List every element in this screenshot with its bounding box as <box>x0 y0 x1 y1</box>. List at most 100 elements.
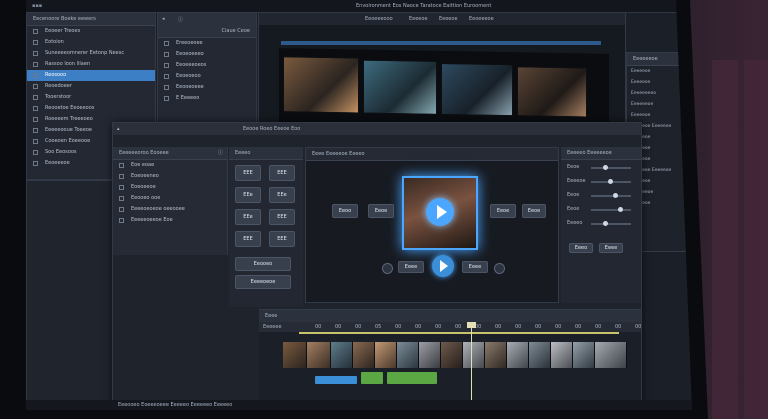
transport-play-icon[interactable] <box>432 255 454 277</box>
checkbox-icon[interactable] <box>33 128 38 133</box>
checkbox-icon[interactable] <box>164 63 169 68</box>
checkbox-icon[interactable] <box>33 161 38 166</box>
effect-button[interactable]: EEE <box>235 165 261 181</box>
checkbox-icon[interactable] <box>119 174 124 179</box>
play-icon[interactable] <box>426 198 454 226</box>
checkbox-icon[interactable] <box>33 150 38 155</box>
effect-button[interactable]: EEE <box>235 231 261 247</box>
inspector-row[interactable]: Eeeeeoe <box>631 79 687 87</box>
checkbox-icon[interactable] <box>119 218 124 223</box>
effect-wide-button[interactable]: Eeooeo <box>235 257 291 271</box>
project-item[interactable]: Eeooeo ooe <box>113 193 227 204</box>
checkbox-icon[interactable] <box>33 62 38 67</box>
browser-item[interactable]: Reooetoe Eeoeeoos <box>27 103 155 114</box>
video-clip[interactable] <box>595 342 627 368</box>
inspector-row[interactable]: Eeeeeeeeo <box>631 90 687 98</box>
toolbar-label-2[interactable]: Eeeeoe <box>439 16 458 22</box>
timeline-ruler[interactable]: Eeeeee 00 00 00 05 00 00 00 00 00 00 00 00 00 00 00 00 0… <box>259 322 641 332</box>
browser-item[interactable]: Reoedoeer <box>27 81 155 92</box>
work-area-bar[interactable] <box>299 332 619 334</box>
audio-clip-green[interactable] <box>361 372 383 384</box>
inspector-row[interactable]: Eeeeeoe <box>631 112 687 120</box>
film-thumb-1[interactable] <box>283 56 359 114</box>
transport-button-2[interactable]: Eeee <box>462 261 488 273</box>
media-item[interactable]: Eeoeoeeeo <box>158 49 256 60</box>
checkbox-icon[interactable] <box>33 139 38 144</box>
checkbox-icon[interactable] <box>119 185 124 190</box>
checkbox-icon[interactable] <box>33 84 38 89</box>
browser-item[interactable]: Eeoeer Treoes <box>27 26 155 37</box>
info-icon[interactable]: ⓘ <box>178 16 183 23</box>
browser-item[interactable]: Rassoo loon lilaen <box>27 59 155 70</box>
inspector-row[interactable]: Eeeeeeoe <box>631 101 687 109</box>
video-clip[interactable] <box>463 342 485 368</box>
checkbox-icon[interactable] <box>33 29 38 34</box>
checkbox-icon[interactable] <box>33 73 38 78</box>
checkbox-icon[interactable] <box>164 96 169 101</box>
effect-button[interactable]: EEE <box>269 165 295 181</box>
project-item[interactable]: Eoe eoae <box>113 160 227 171</box>
slider-handle[interactable] <box>613 193 618 198</box>
video-clip[interactable] <box>441 342 463 368</box>
property-slider[interactable] <box>591 165 631 170</box>
next-icon[interactable] <box>494 263 505 274</box>
property-slider[interactable] <box>591 179 631 184</box>
menu-icon[interactable]: ▪▪▪ <box>32 3 42 9</box>
video-clip[interactable] <box>283 342 307 368</box>
project-item[interactable]: Eeeeeoeeoe Eoe <box>113 215 227 226</box>
slider-handle[interactable] <box>603 165 608 170</box>
video-clip[interactable] <box>573 342 595 368</box>
checkbox-icon[interactable] <box>33 117 38 122</box>
video-clip[interactable] <box>353 342 375 368</box>
effect-button[interactable]: EEe <box>235 187 261 203</box>
video-clip[interactable] <box>397 342 419 368</box>
browser-item[interactable]: Tooerstoor <box>27 92 155 103</box>
video-clip[interactable] <box>529 342 551 368</box>
media-item[interactable]: Eeoeoeoo <box>158 71 256 82</box>
checkbox-icon[interactable] <box>33 95 38 100</box>
property-slider[interactable] <box>591 221 631 226</box>
browser-item[interactable]: Suneeeeomnerer Eetonp Neesc <box>27 48 155 59</box>
video-clip[interactable] <box>331 342 353 368</box>
film-thumb-2[interactable] <box>363 59 437 115</box>
effect-wide-button[interactable]: Eeeeoeoe <box>235 275 291 289</box>
info-icon[interactable]: ⓘ <box>218 147 223 159</box>
project-item[interactable]: Eoeoeeneo <box>113 171 227 182</box>
browser-item[interactable]: Reosooo <box>27 70 155 81</box>
media-item[interactable]: Eeoeeeoeos <box>158 60 256 71</box>
checkbox-icon[interactable] <box>164 85 169 90</box>
slider-handle[interactable] <box>603 221 608 226</box>
transport-button-1[interactable]: Eeee <box>398 261 424 273</box>
toolbar-label-3[interactable]: Eeoeeeoe <box>469 16 494 22</box>
property-slider[interactable] <box>591 193 631 198</box>
film-thumb-4[interactable] <box>517 66 587 118</box>
props-button-1[interactable]: Eeeo <box>569 243 593 253</box>
project-item[interactable]: Eoeoeeoe <box>113 182 227 193</box>
slider-handle[interactable] <box>618 207 623 212</box>
video-clip[interactable] <box>307 342 331 368</box>
browser-item[interactable]: Eotoion <box>27 37 155 48</box>
slider-handle[interactable] <box>608 179 613 184</box>
playhead[interactable] <box>471 322 472 408</box>
viewer-button-3[interactable]: Eeoe <box>490 204 516 218</box>
checkbox-icon[interactable] <box>33 106 38 111</box>
props-button-2[interactable]: Eeee <box>599 243 623 253</box>
property-slider[interactable] <box>591 207 631 212</box>
effect-button[interactable]: EEE <box>269 231 295 247</box>
toolbar-label-0[interactable]: Eeoeeeooo <box>365 16 393 22</box>
effect-button[interactable]: EEe <box>235 209 261 225</box>
video-clip[interactable] <box>507 342 529 368</box>
checkbox-icon[interactable] <box>119 163 124 168</box>
playhead-handle[interactable] <box>467 322 476 328</box>
effect-button[interactable]: EEe <box>269 187 295 203</box>
media-item[interactable]: E Eeeeeo <box>158 93 256 104</box>
video-clip[interactable] <box>551 342 573 368</box>
checkbox-icon[interactable] <box>33 51 38 56</box>
media-item[interactable]: Ereeoeoee <box>158 38 256 49</box>
audio-clip-blue[interactable] <box>315 376 357 384</box>
checkbox-icon[interactable] <box>119 196 124 201</box>
media-item[interactable]: Eeooeoeee <box>158 82 256 93</box>
video-clip[interactable] <box>419 342 441 368</box>
checkbox-icon[interactable] <box>164 52 169 57</box>
viewer-frame[interactable] <box>402 176 478 250</box>
